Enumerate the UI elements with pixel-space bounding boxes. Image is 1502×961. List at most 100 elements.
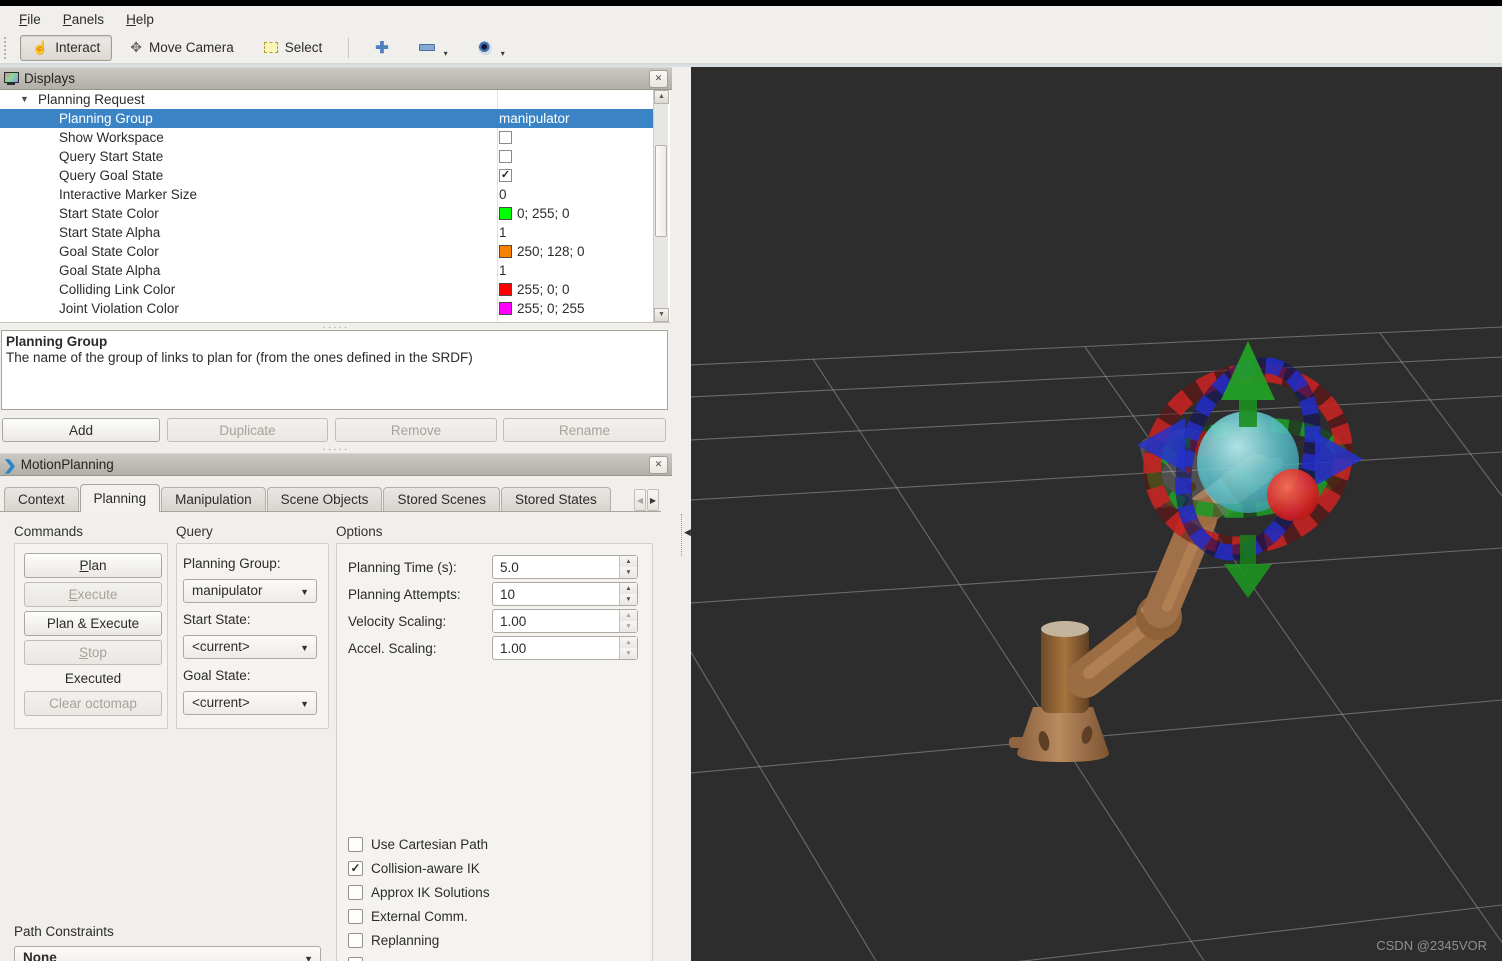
replanning-option[interactable]: Replanning (348, 932, 439, 948)
tab-context[interactable]: Context (4, 487, 79, 511)
query-goal-state-checkbox[interactable]: ✓ (499, 169, 512, 182)
tree-row-query-start-state[interactable]: Query Start State (0, 147, 653, 166)
tree-row-interactive-marker-size[interactable]: Interactive Marker Size 0 (0, 185, 653, 204)
tree-row-start-state-alpha[interactable]: Start State Alpha 1 (0, 223, 653, 242)
partial-option[interactable] (348, 956, 363, 961)
checkbox-icon[interactable] (348, 956, 363, 961)
collapse-panel-icon[interactable]: ◀ (684, 527, 691, 538)
duplicate-display-button[interactable]: Duplicate (167, 418, 328, 442)
spinner-buttons[interactable]: ▲ ▼ (619, 556, 637, 578)
interact-tool-button[interactable]: ☝ Interact (20, 34, 113, 61)
spinner-buttons[interactable]: ▲ ▼ (619, 610, 637, 632)
checkbox-icon[interactable] (348, 932, 363, 948)
collapse-triangle-icon[interactable]: ▼ (20, 90, 29, 109)
scrollbar-thumb[interactable] (655, 145, 667, 237)
tool-properties-button[interactable]: ▾ (466, 35, 517, 61)
plan-button[interactable]: Plan (24, 553, 162, 578)
tab-scroll-left-icon[interactable]: ◀ (634, 489, 646, 511)
accel-scaling-input[interactable] (493, 637, 626, 659)
spin-down-icon[interactable]: ▼ (620, 621, 637, 632)
select-tool-button[interactable]: Select (252, 35, 335, 61)
tab-stored-scenes[interactable]: Stored Scenes (383, 487, 500, 511)
chevron-down-icon: ▼ (300, 643, 309, 653)
add-display-button[interactable]: Add (2, 418, 160, 442)
stop-button[interactable]: Stop (24, 640, 162, 665)
query-start-state-checkbox[interactable] (499, 150, 512, 163)
tree-row-goal-state-alpha[interactable]: Goal State Alpha 1 (0, 261, 653, 280)
spin-down-icon[interactable]: ▼ (620, 648, 637, 659)
checkbox-icon[interactable] (348, 836, 363, 852)
checkbox-checked-icon[interactable]: ✓ (348, 860, 363, 876)
spinner-buttons[interactable]: ▲ ▼ (619, 583, 637, 605)
move-camera-tool-button[interactable]: ✥ Move Camera (118, 35, 246, 61)
close-icon: ✕ (654, 459, 663, 469)
velocity-scaling-spinbox: ▲▼ (492, 609, 638, 633)
tab-stored-states[interactable]: Stored States (501, 487, 611, 511)
tab-planning[interactable]: Planning (79, 484, 161, 512)
checkbox-icon[interactable] (348, 908, 363, 924)
tab-scroll-right-icon[interactable]: ▶ (647, 489, 659, 511)
spin-up-icon[interactable]: ▲ (620, 637, 637, 648)
execute-button[interactable]: Execute (24, 582, 162, 607)
toolbar-drag-handle[interactable] (4, 36, 12, 59)
spin-up-icon[interactable]: ▲ (620, 583, 637, 594)
scroll-up-icon[interactable]: ▲ (654, 90, 669, 104)
tree-row-goal-state-color[interactable]: Goal State Color 250; 128; 0 (0, 242, 653, 261)
path-constraints-combo[interactable]: None ▼ (14, 946, 321, 961)
menu-help[interactable]: Help (115, 9, 165, 30)
tree-row-start-state-color[interactable]: Start State Color 0; 255; 0 (0, 204, 653, 223)
displays-titlebar[interactable]: Displays ✕ (0, 67, 672, 90)
planning-attempts-input[interactable] (493, 583, 626, 605)
accel-scaling-spinbox: ▲▼ (492, 636, 638, 660)
clear-octomap-button[interactable]: Clear octomap (24, 691, 162, 716)
collision-aware-ik-option[interactable]: ✓ Collision-aware IK (348, 860, 480, 876)
motion-planning-titlebar[interactable]: ❯ MotionPlanning ✕ (0, 453, 672, 476)
velocity-scaling-input[interactable] (493, 610, 626, 632)
chevron-down-icon: ▼ (300, 699, 309, 709)
minus-icon (418, 44, 435, 51)
add-tool-button[interactable]: ✚ (363, 35, 400, 61)
planning-time-spinbox: ▲▼ (492, 555, 638, 579)
tree-group-planning-request[interactable]: ▼ Planning Request (0, 90, 653, 109)
moveit-icon: ❯ (2, 456, 17, 473)
spin-up-icon[interactable]: ▲ (620, 556, 637, 567)
start-state-combo[interactable]: <current> ▼ (183, 635, 317, 659)
chevron-down-icon: ▾ (500, 49, 505, 58)
goal-state-combo[interactable]: <current> ▼ (183, 691, 317, 715)
use-cartesian-path-option[interactable]: Use Cartesian Path (348, 836, 488, 852)
approx-ik-solutions-option[interactable]: Approx IK Solutions (348, 884, 490, 900)
checkbox-icon[interactable] (348, 884, 363, 900)
displays-close-button[interactable]: ✕ (649, 69, 668, 88)
panel-splitter[interactable] (681, 514, 683, 556)
remove-display-button[interactable]: Remove (335, 418, 497, 442)
tree-row-planning-group[interactable]: Planning Group manipulator (0, 109, 653, 128)
planning-attempts-spinbox: ▲▼ (492, 582, 638, 606)
plan-and-execute-button[interactable]: Plan & Execute (24, 611, 162, 636)
rename-display-button[interactable]: Rename (503, 418, 666, 442)
tab-scene-objects[interactable]: Scene Objects (266, 487, 383, 511)
z-arrow-up[interactable] (1221, 341, 1275, 427)
displays-icon (4, 72, 19, 85)
tree-scrollbar[interactable]: ▲ ▼ (653, 90, 669, 322)
scroll-down-icon[interactable]: ▼ (654, 308, 669, 322)
render-viewport[interactable]: CSDN @2345VOR (691, 67, 1502, 961)
show-workspace-checkbox[interactable] (499, 131, 512, 144)
spin-down-icon[interactable]: ▼ (620, 567, 637, 578)
planning-group-combo[interactable]: manipulator ▼ (183, 579, 317, 603)
tree-row-query-goal-state[interactable]: Query Goal State ✓ (0, 166, 653, 185)
planning-time-input[interactable] (493, 556, 626, 578)
tree-row-colliding-link-color[interactable]: Colliding Link Color 255; 0; 0 (0, 280, 653, 299)
menu-file[interactable]: File (8, 9, 52, 30)
tree-row-show-workspace[interactable]: Show Workspace (0, 128, 653, 147)
spinner-buttons[interactable]: ▲ ▼ (619, 637, 637, 659)
accel-scaling-label: Accel. Scaling: (348, 641, 437, 656)
external-comm-option[interactable]: External Comm. (348, 908, 468, 924)
spin-down-icon[interactable]: ▼ (620, 594, 637, 605)
spin-up-icon[interactable]: ▲ (620, 610, 637, 621)
tree-row-joint-violation-color[interactable]: Joint Violation Color 255; 0; 255 (0, 299, 653, 318)
remove-tool-button[interactable]: ▾ (407, 35, 460, 61)
tab-manipulation[interactable]: Manipulation (161, 487, 266, 511)
menu-panels[interactable]: Panels (52, 9, 115, 30)
motion-planning-close-button[interactable]: ✕ (649, 455, 668, 474)
drag-sphere[interactable] (1267, 469, 1319, 521)
